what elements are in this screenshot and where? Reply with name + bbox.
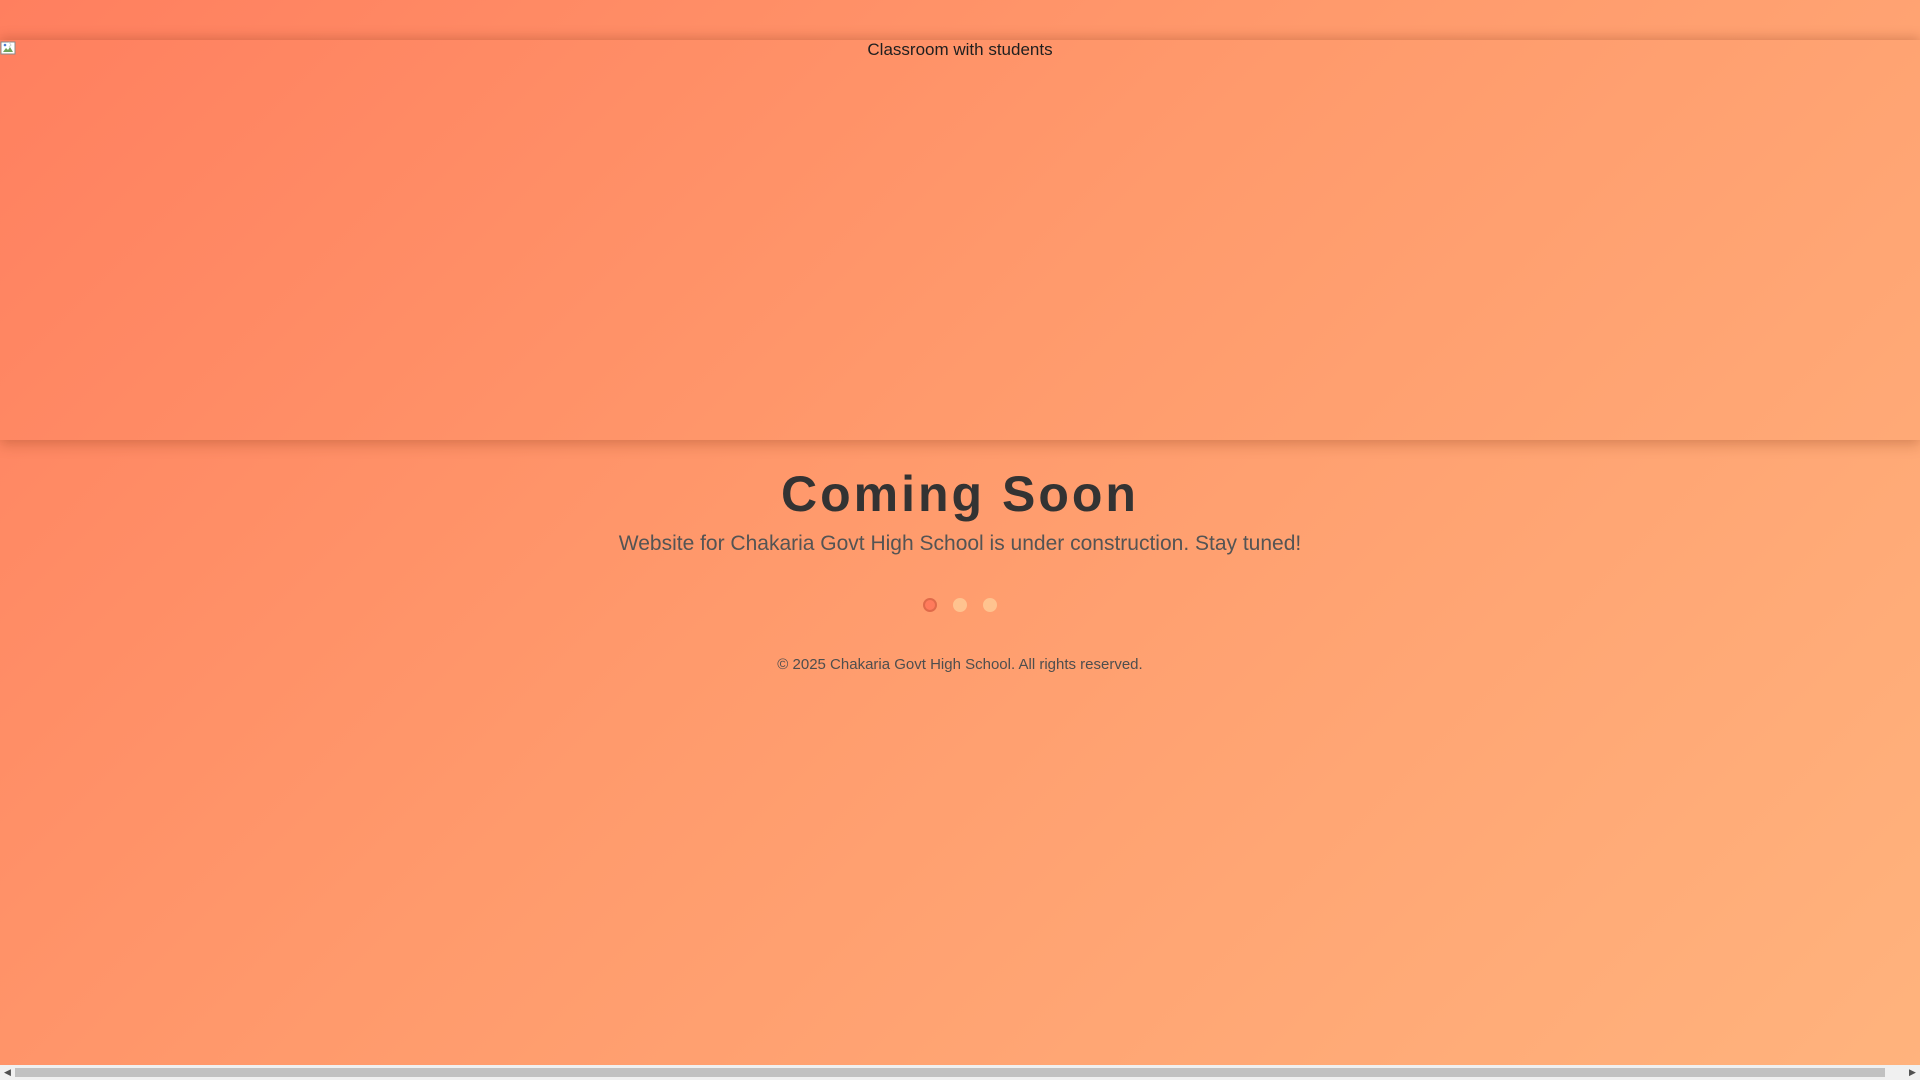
page-title: Coming Soon — [781, 466, 1139, 522]
hero-image-alt-text: Classroom with students — [867, 40, 1053, 59]
loading-dot-1 — [923, 598, 937, 612]
loading-dot-2 — [953, 598, 967, 612]
page-subtitle: Website for Chakaria Govt High School is… — [618, 532, 1302, 555]
top-strip — [0, 0, 1920, 40]
loading-dot-3 — [983, 598, 997, 612]
loading-indicator — [0, 598, 1920, 612]
arrow-left-icon[interactable]: ◀ — [0, 1065, 15, 1080]
footer-copyright: © 2025 Chakaria Govt High School. All ri… — [777, 656, 1143, 673]
hero-image: Classroom with students — [0, 40, 1920, 440]
horizontal-scrollbar[interactable]: ◀ ▶ — [0, 1065, 1920, 1080]
scrollbar-thumb[interactable] — [15, 1068, 1885, 1077]
arrow-right-icon[interactable]: ▶ — [1905, 1065, 1920, 1080]
